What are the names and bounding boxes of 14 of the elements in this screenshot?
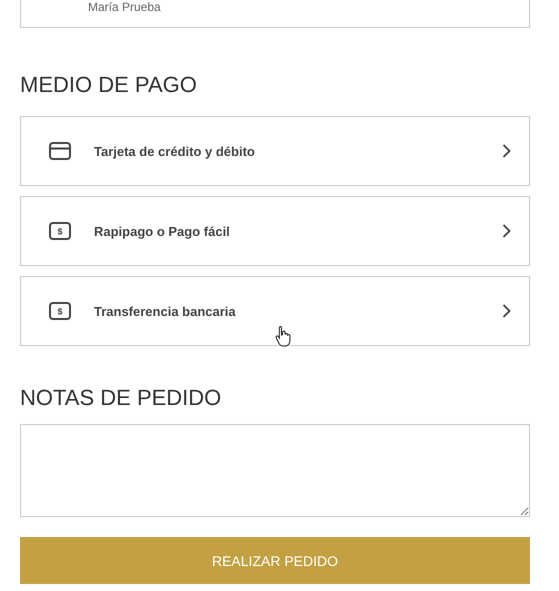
notes-field[interactable] — [20, 424, 530, 517]
dollar-icon: $ — [49, 222, 71, 240]
chevron-right-icon — [502, 224, 511, 238]
chevron-right-icon — [502, 144, 511, 158]
customer-name: María Prueba — [88, 0, 161, 14]
section-title: NOTAS DE PEDIDO — [20, 387, 222, 409]
payment-option[interactable]: $ Rapipago o Pago fácil — [20, 196, 530, 266]
payment-option[interactable]: Tarjeta de crédito y débito — [20, 116, 530, 186]
payment-option[interactable]: $ Transferencia bancaria — [20, 276, 530, 346]
chevron-right-icon — [502, 304, 511, 318]
section-title: MEDIO DE PAGO — [20, 74, 198, 96]
dollar-icon: $ — [49, 302, 71, 320]
credit-card-icon — [49, 142, 71, 160]
hand-cursor-icon — [275, 325, 291, 347]
